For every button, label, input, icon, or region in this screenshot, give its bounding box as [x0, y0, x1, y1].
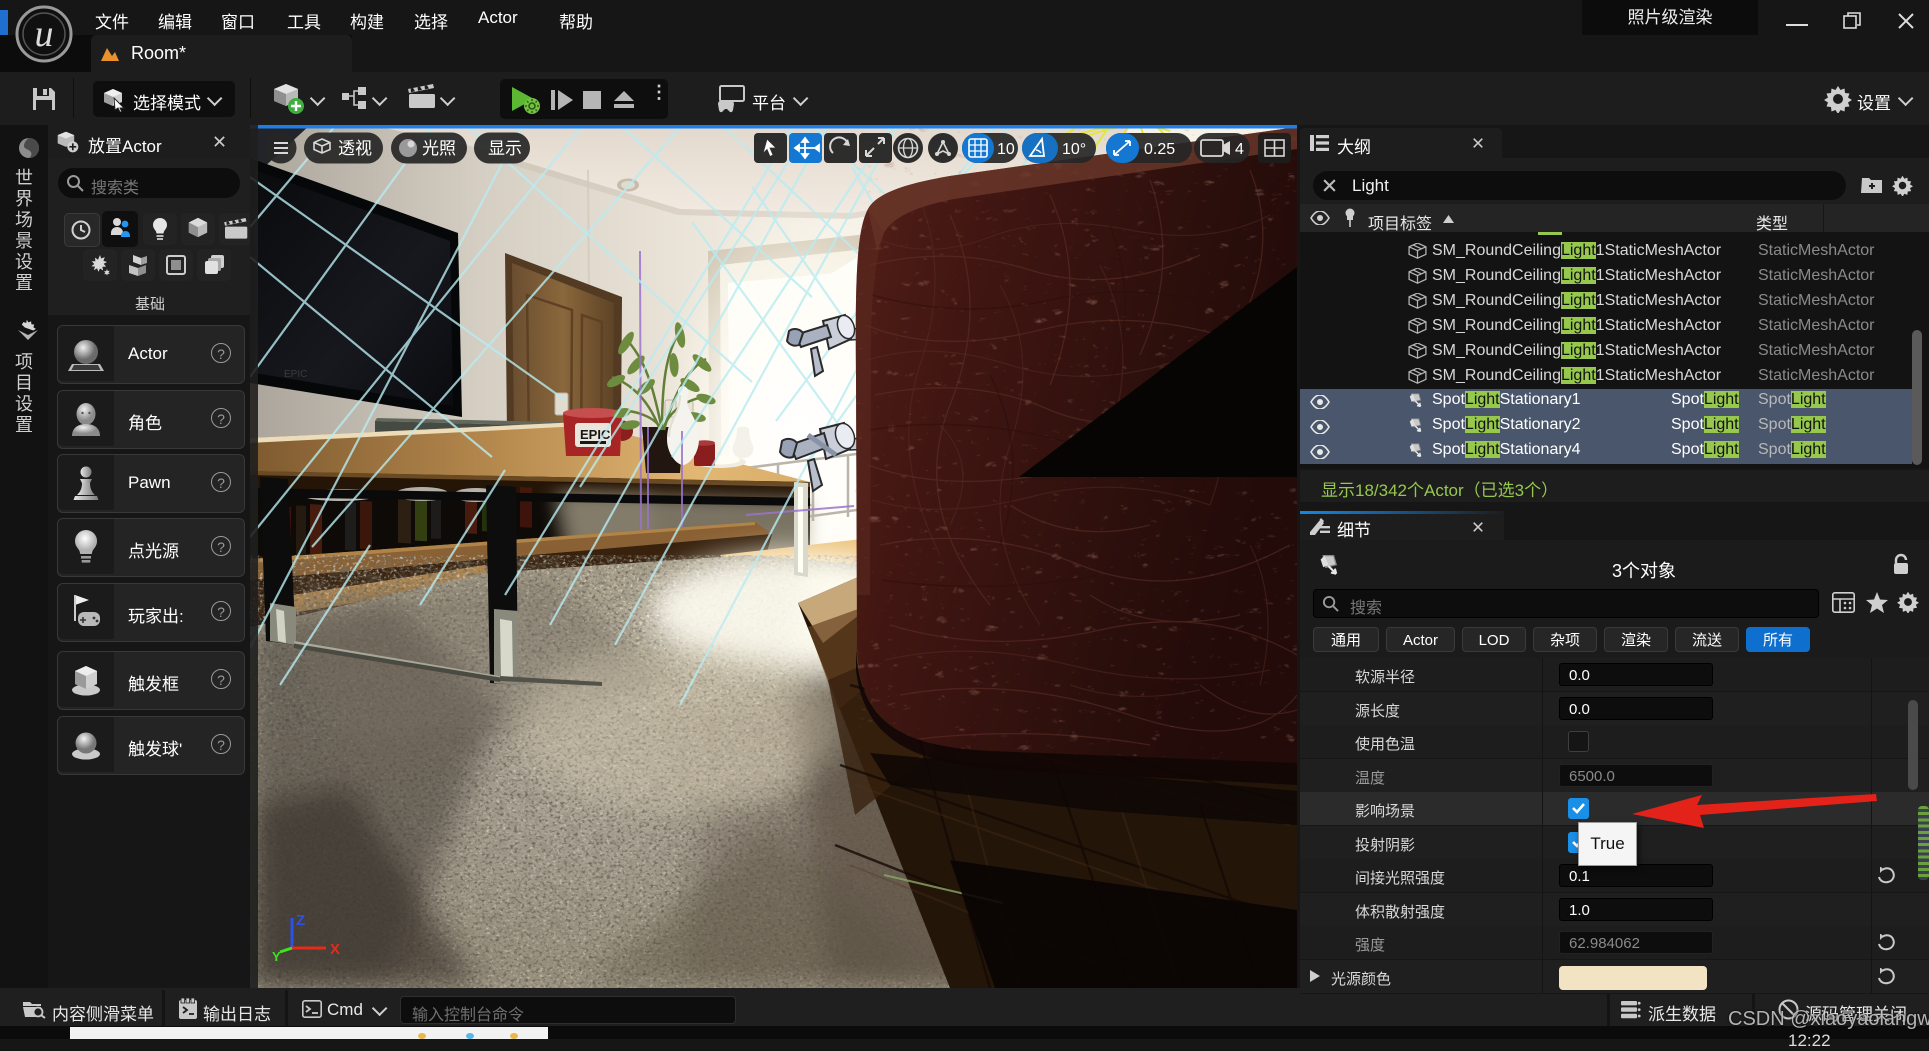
svg-text:0.25: 0.25	[1144, 141, 1175, 158]
svg-text:光照: 光照	[422, 139, 456, 158]
svg-text:显示: 显示	[488, 139, 522, 158]
svg-text:Y: Y	[272, 949, 281, 964]
svg-text:4: 4	[1235, 141, 1244, 158]
svg-text:10°: 10°	[1062, 141, 1086, 158]
svg-text:Z: Z	[296, 912, 305, 929]
svg-text:EPIC: EPIC	[284, 369, 307, 380]
svg-text:透视: 透视	[338, 139, 372, 158]
svg-text:u: u	[35, 13, 54, 55]
svg-text:10: 10	[997, 141, 1015, 158]
svg-text:X: X	[330, 941, 340, 958]
